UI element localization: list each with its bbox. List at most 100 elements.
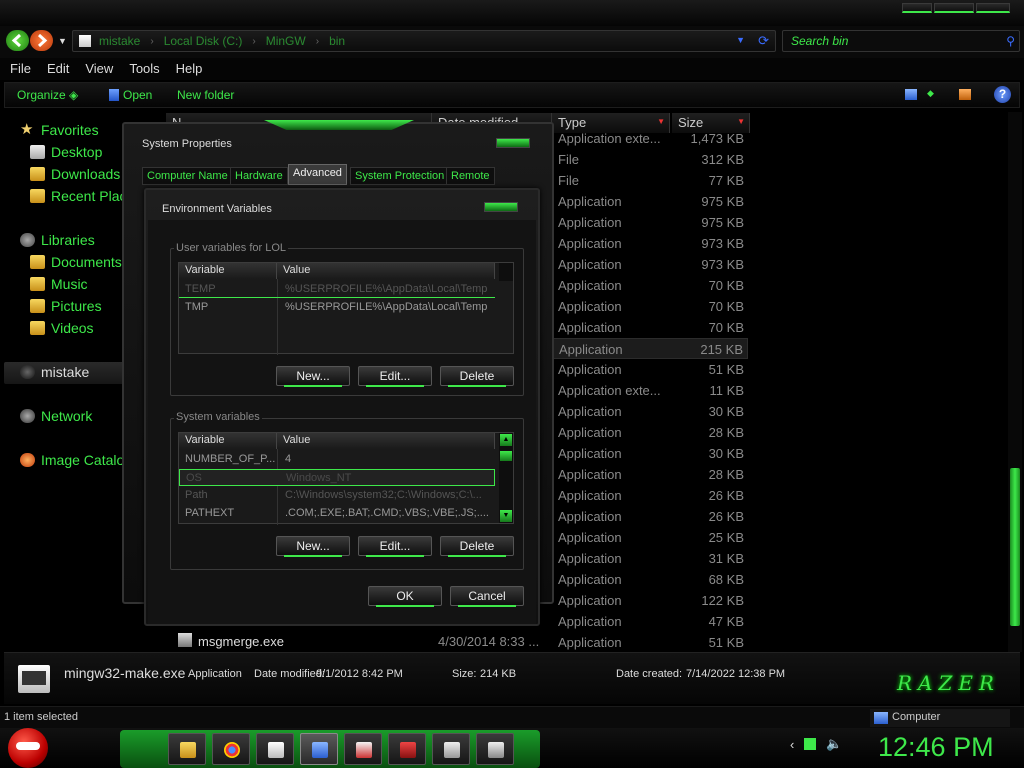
list-row[interactable]: PATHEXT .COM;.EXE;.BAT;.CMD;.VBS;.VBE;.J… — [179, 505, 495, 522]
file-row[interactable]: Application 25 KB — [552, 527, 748, 548]
close-button[interactable] — [484, 202, 518, 212]
list-row[interactable]: TEMP %USERPROFILE%\AppData\Local\Temp — [179, 281, 495, 298]
nav-network[interactable]: Network — [20, 408, 92, 424]
file-row[interactable]: Application 51 KB — [552, 359, 748, 380]
file-row[interactable]: File 77 KB — [552, 170, 748, 191]
user-edit-button[interactable]: Edit... — [358, 366, 432, 387]
new-folder-button[interactable]: New folder — [177, 88, 234, 102]
list-row[interactable]: NUMBER_OF_P... 4 — [179, 451, 495, 468]
file-row[interactable]: Application 28 KB — [552, 422, 748, 443]
search-icon[interactable]: ⚲ — [1006, 34, 1015, 48]
taskbar-notepad[interactable] — [256, 733, 294, 765]
tab-computer-name[interactable]: Computer Name — [142, 167, 233, 185]
address-bar[interactable]: mistake › Local Disk (C:) › MinGW › bin … — [72, 30, 776, 52]
file-row[interactable]: Application 47 KB — [552, 611, 748, 632]
cancel-button[interactable]: Cancel — [450, 586, 524, 607]
close-button[interactable] — [976, 3, 1010, 13]
system-edit-button[interactable]: Edit... — [358, 536, 432, 557]
vertical-scrollbar[interactable] — [1008, 112, 1022, 652]
file-row[interactable]: Application 70 KB — [552, 275, 748, 296]
scroll-down-icon[interactable]: ▼ — [500, 510, 512, 522]
list-row[interactable]: Path C:\Windows\system32;C:\Windows;C:\.… — [179, 487, 495, 504]
view-options-icon[interactable]: ◆ — [927, 88, 939, 99]
search-box[interactable]: ⚲ — [782, 30, 1020, 52]
file-row[interactable]: Application 51 KB — [552, 632, 748, 653]
file-row[interactable]: Application 68 KB — [552, 569, 748, 590]
view-icon[interactable] — [905, 89, 917, 100]
menu-tools[interactable]: Tools — [121, 58, 167, 80]
file-row[interactable]: Application 26 KB — [552, 485, 748, 506]
nav-downloads[interactable]: Downloads — [30, 166, 120, 182]
file-row[interactable]: Application 30 KB — [552, 443, 748, 464]
file-row[interactable]: File 312 KB — [552, 149, 748, 170]
forward-button[interactable] — [30, 30, 53, 51]
nav-desktop[interactable]: Desktop — [30, 144, 102, 160]
taskbar-system-properties[interactable] — [300, 733, 338, 765]
list-scrollbar[interactable] — [499, 263, 513, 281]
maximize-button[interactable] — [934, 3, 974, 13]
system-new-button[interactable]: New... — [276, 536, 350, 557]
file-row[interactable]: Application 70 KB — [552, 317, 748, 338]
nav-image-catalog[interactable]: Image Catalog — [20, 452, 132, 468]
file-row[interactable]: Application exte... 1,473 KB — [552, 128, 748, 149]
breadcrumb-bin[interactable]: bin — [329, 34, 345, 48]
file-row[interactable]: Application 973 KB — [552, 233, 748, 254]
organize-button[interactable]: Organize ◈ — [17, 88, 78, 102]
list-scrollbar[interactable]: ▲ ▼ — [499, 433, 513, 523]
tab-system-protection[interactable]: System Protection — [350, 167, 450, 185]
nav-documents[interactable]: Documents — [30, 254, 122, 270]
file-row[interactable]: Application 28 KB — [552, 464, 748, 485]
nav-favorites[interactable]: ★ Favorites — [20, 122, 99, 138]
column-header-value[interactable]: Value — [277, 263, 495, 279]
nav-recent-places[interactable]: Recent Plac — [30, 188, 126, 204]
back-button[interactable] — [6, 30, 29, 51]
ok-button[interactable]: OK — [368, 586, 442, 607]
clock[interactable]: 12:46 PM — [878, 732, 994, 763]
tab-hardware[interactable]: Hardware — [230, 167, 288, 185]
column-header-variable[interactable]: Variable — [179, 263, 277, 279]
file-row[interactable]: Application exte... 11 KB — [552, 380, 748, 401]
breadcrumb-mistake[interactable]: mistake — [99, 34, 140, 48]
list-row-selected[interactable]: OS Windows_NT — [179, 469, 495, 486]
file-row[interactable]: Application 70 KB — [552, 296, 748, 317]
taskbar-app-5[interactable] — [344, 733, 382, 765]
breadcrumb-mingw[interactable]: MinGW — [266, 34, 306, 48]
file-row[interactable]: Application 30 KB — [552, 401, 748, 422]
dropdown-arrow-icon[interactable]: ▼ — [657, 117, 665, 126]
scroll-up-icon[interactable]: ▲ — [500, 434, 512, 446]
taskbar-app-6[interactable] — [388, 733, 426, 765]
scrollbar-thumb[interactable] — [500, 451, 512, 461]
preview-pane-icon[interactable] — [959, 89, 971, 100]
nav-user[interactable]: mistake — [20, 364, 89, 380]
nav-music[interactable]: Music — [30, 276, 88, 292]
user-new-button[interactable]: New... — [276, 366, 350, 387]
recent-pages-dropdown[interactable]: ▼ — [58, 36, 67, 46]
file-row[interactable]: Application 975 KB — [552, 191, 748, 212]
column-header-variable[interactable]: Variable — [179, 433, 277, 449]
refresh-icon[interactable]: ⟳ — [758, 33, 769, 49]
menu-edit[interactable]: Edit — [39, 58, 77, 80]
scrollbar-thumb[interactable] — [1010, 468, 1020, 626]
dropdown-arrow-icon[interactable]: ▼ — [737, 117, 745, 126]
file-row-msgmerge[interactable]: msgmerge.exe 4/30/2014 8:33 ... — [176, 632, 556, 652]
start-button[interactable] — [8, 728, 48, 768]
system-delete-button[interactable]: Delete — [440, 536, 514, 557]
chevron-right-icon[interactable]: › — [316, 36, 319, 47]
taskbar-7zip[interactable] — [432, 733, 470, 765]
taskbar-chrome[interactable] — [212, 733, 250, 765]
user-variables-list[interactable]: Variable Value TEMP %USERPROFILE%\AppDat… — [178, 262, 514, 355]
taskbar-explorer[interactable] — [168, 733, 206, 765]
menu-view[interactable]: View — [77, 58, 121, 80]
chevron-down-icon[interactable]: ▼ — [736, 35, 745, 45]
list-row[interactable]: TMP %USERPROFILE%\AppData\Local\Temp — [179, 299, 495, 316]
file-row[interactable]: Application 31 KB — [552, 548, 748, 569]
user-delete-button[interactable]: Delete — [440, 366, 514, 387]
tab-remote[interactable]: Remote — [446, 167, 495, 185]
close-button[interactable] — [496, 138, 530, 148]
taskbar-app-8[interactable] — [476, 733, 514, 765]
system-variables-list[interactable]: Variable Value NUMBER_OF_P... 4 OS Windo… — [178, 432, 514, 525]
menu-help[interactable]: Help — [168, 58, 211, 80]
file-row[interactable]: Application 26 KB — [552, 506, 748, 527]
nav-videos[interactable]: Videos — [30, 320, 94, 336]
menu-file[interactable]: File — [2, 58, 39, 80]
